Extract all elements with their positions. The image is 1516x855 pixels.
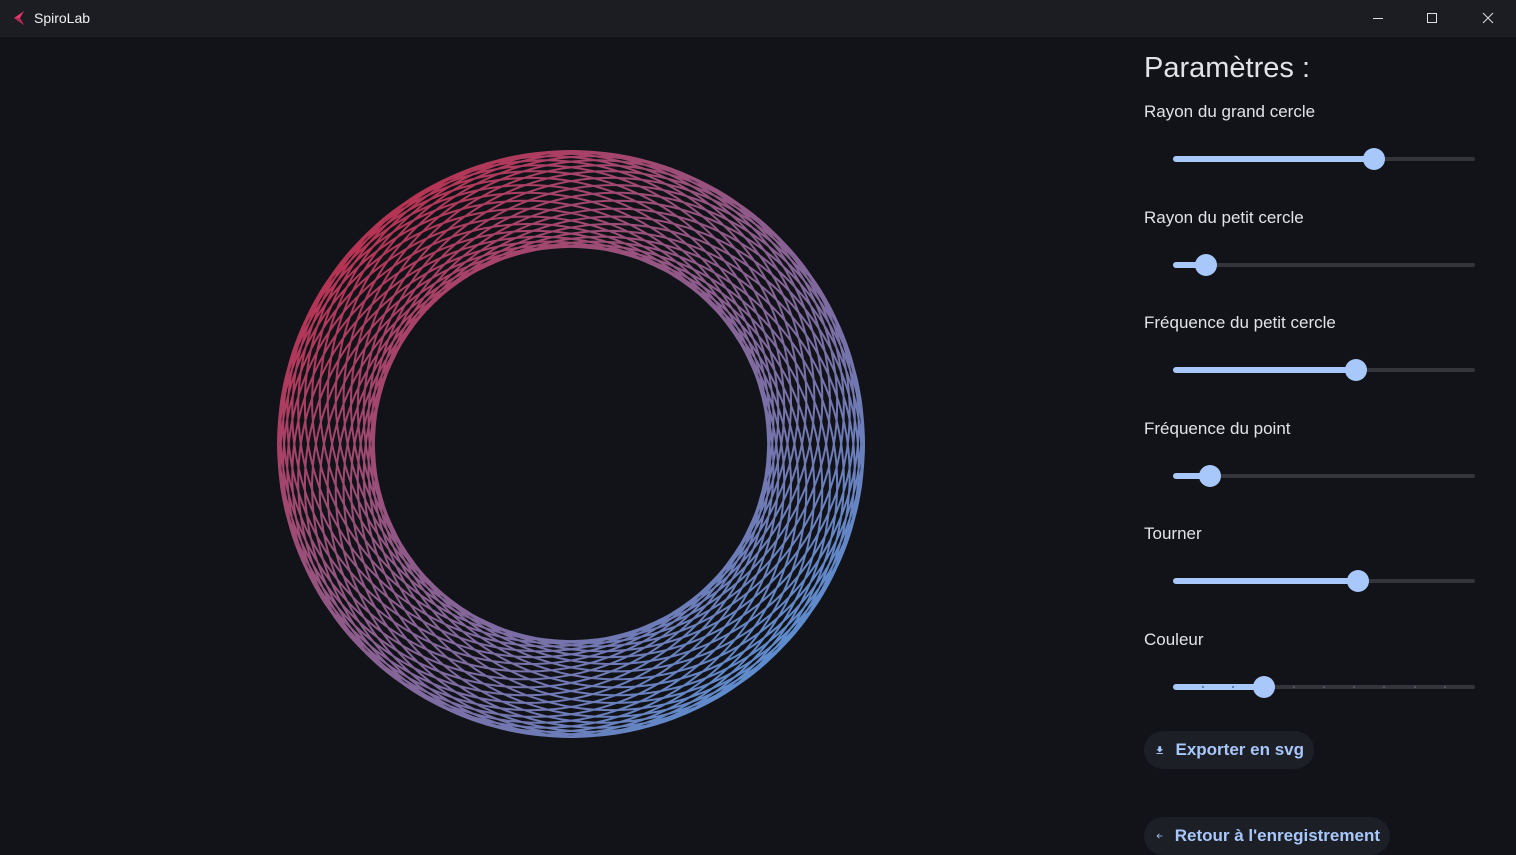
back-button-label: Retour à l'enregistrement (1174, 826, 1380, 845)
slider-thumb[interactable] (1347, 570, 1370, 592)
download-icon (1156, 746, 1164, 754)
outer-radius-slider[interactable] (1173, 144, 1475, 174)
slider-thumb[interactable] (1198, 465, 1221, 487)
back-to-recording-button[interactable]: Retour à l'enregistrement (1144, 817, 1390, 855)
minimize-icon (1373, 18, 1383, 19)
param-color: Couleur (1144, 630, 1484, 730)
slider-thumb[interactable] (1252, 676, 1275, 698)
slider-tick (1323, 686, 1325, 688)
export-button-label: Exporter en svg (1175, 740, 1305, 759)
slider-tick (1292, 686, 1295, 688)
arrow-back-icon (1156, 833, 1163, 839)
app-title: SpiroLab (34, 10, 91, 26)
spirograph-drawing (277, 150, 865, 738)
param-rotate: Tourner (1144, 524, 1484, 624)
color-slider[interactable] (1173, 672, 1475, 702)
slider-fill (1173, 156, 1375, 162)
app-logo-icon (14, 11, 24, 25)
maximize-button[interactable] (1404, 0, 1460, 36)
spirograph-curve (277, 150, 865, 738)
title-bar: SpiroLab (0, 0, 1516, 37)
minimize-button[interactable] (1350, 0, 1406, 36)
slider-fill (1173, 367, 1357, 373)
slider-fill (1173, 684, 1264, 690)
inner-frequency-slider[interactable] (1173, 355, 1475, 385)
param-label: Rayon du grand cercle (1144, 102, 1316, 121)
slider-thumb[interactable] (1345, 359, 1368, 381)
param-outer-radius: Rayon du grand cercle (1144, 102, 1484, 202)
inner-radius-slider[interactable] (1173, 250, 1475, 280)
param-inner-frequency: Fréquence du petit cercle (1144, 313, 1484, 413)
rotate-slider[interactable] (1173, 566, 1475, 596)
maximize-icon (1427, 13, 1437, 23)
export-svg-button[interactable]: Exporter en svg (1144, 731, 1314, 769)
param-label: Couleur (1144, 630, 1204, 649)
slider-thumb[interactable] (1363, 148, 1386, 170)
param-label: Tourner (1144, 524, 1202, 543)
param-label: Fréquence du point (1144, 419, 1291, 438)
parameters-panel: Paramètres : Rayon du grand cercle Rayon… (1144, 36, 1504, 855)
param-point-frequency: Fréquence du point (1144, 419, 1484, 519)
param-label: Fréquence du petit cercle (1144, 313, 1336, 332)
param-inner-radius: Rayon du petit cercle (1144, 208, 1484, 308)
point-frequency-slider[interactable] (1173, 461, 1475, 491)
drawing-canvas[interactable] (0, 36, 1130, 854)
slider-thumb[interactable] (1195, 254, 1218, 276)
slider-track (1173, 263, 1475, 267)
slider-fill (1173, 578, 1359, 584)
close-button[interactable] (1460, 0, 1516, 36)
param-label: Rayon du petit cercle (1144, 208, 1304, 227)
close-icon (1482, 12, 1494, 24)
slider-tick (1443, 686, 1446, 688)
panel-title: Paramètres : (1144, 52, 1310, 84)
slider-tick (1413, 686, 1416, 688)
